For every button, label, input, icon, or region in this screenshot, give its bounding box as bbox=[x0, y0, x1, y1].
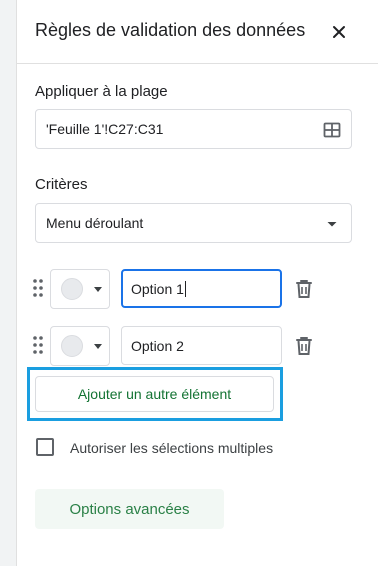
criteria-select[interactable]: Menu déroulant bbox=[35, 203, 352, 243]
panel-title: Règles de validation des données bbox=[35, 20, 306, 40]
add-item-highlight: Ajouter un autre élément bbox=[27, 367, 283, 421]
criteria-label: Critères bbox=[35, 176, 88, 193]
color-swatch bbox=[61, 278, 83, 300]
option-value: Option 1 bbox=[131, 281, 184, 297]
grid-select-icon[interactable] bbox=[323, 121, 341, 139]
multi-select-checkbox[interactable] bbox=[36, 438, 54, 456]
text-cursor bbox=[184, 281, 186, 297]
option-color-picker[interactable] bbox=[50, 326, 110, 366]
advanced-options-button[interactable]: Options avancées bbox=[35, 489, 224, 529]
option-value: Option 2 bbox=[131, 338, 184, 354]
chevron-down-icon bbox=[94, 287, 102, 292]
add-item-button[interactable]: Ajouter un autre élément bbox=[35, 376, 274, 412]
range-label: Appliquer à la plage bbox=[35, 83, 168, 100]
option-input[interactable]: Option 1 bbox=[121, 269, 282, 308]
chevron-down-icon bbox=[94, 344, 102, 349]
drag-handle-icon[interactable] bbox=[32, 278, 44, 298]
option-color-picker[interactable] bbox=[50, 269, 110, 309]
delete-icon[interactable] bbox=[293, 278, 315, 300]
multi-select-label[interactable]: Autoriser les sélections multiples bbox=[70, 440, 273, 456]
range-value: 'Feuille 1'!C27:C31 bbox=[46, 121, 164, 137]
close-button[interactable] bbox=[325, 18, 353, 46]
delete-icon[interactable] bbox=[293, 335, 315, 357]
close-icon bbox=[333, 26, 345, 38]
dropdown-arrow-icon bbox=[327, 222, 337, 227]
data-validation-panel: Règles de validation des données Appliqu… bbox=[16, 0, 378, 566]
panel-header: Règles de validation des données bbox=[17, 0, 378, 64]
color-swatch bbox=[61, 335, 83, 357]
option-input[interactable]: Option 2 bbox=[121, 326, 282, 365]
drag-handle-icon[interactable] bbox=[32, 335, 44, 355]
range-input[interactable]: 'Feuille 1'!C27:C31 bbox=[35, 109, 352, 149]
criteria-value: Menu déroulant bbox=[46, 215, 144, 231]
